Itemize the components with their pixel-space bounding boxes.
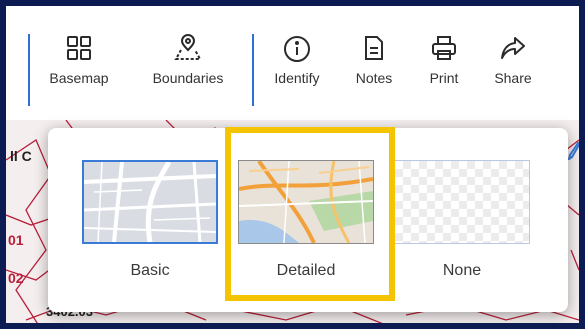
highlight-box — [225, 127, 395, 301]
toolbar: Basemap Boundaries Identify Notes Print … — [6, 6, 579, 120]
map-boundary-label: ll C — [10, 148, 32, 164]
basemap-option-none[interactable] — [394, 160, 530, 244]
notes-button[interactable]: Notes — [350, 34, 398, 106]
note-icon — [350, 34, 398, 62]
share-arrow-icon — [488, 34, 538, 62]
info-icon — [264, 34, 330, 64]
basemap-option-none-label: None — [442, 262, 482, 279]
map-boundary-label: 02 — [8, 270, 24, 286]
basic-map-thumbnail — [84, 162, 216, 242]
basemap-option-basic[interactable] — [82, 160, 218, 244]
toolbar-separator — [28, 34, 30, 106]
share-button[interactable]: Share — [488, 34, 538, 106]
boundaries-button[interactable]: Boundaries — [140, 34, 236, 106]
printer-icon — [422, 34, 466, 62]
app-frame: ll C 01 02 3402.03 Basemap — [0, 0, 585, 329]
print-label: Print — [429, 70, 459, 86]
edit-pencil-icon[interactable] — [567, 141, 579, 165]
boundaries-label: Boundaries — [152, 70, 224, 86]
share-label: Share — [494, 70, 532, 86]
map-pin-icon — [140, 34, 236, 62]
basemap-option-basic-label: Basic — [130, 262, 170, 279]
notes-label: Notes — [355, 70, 393, 86]
basemap-label: Basemap — [49, 70, 109, 86]
map-boundary-label: 01 — [8, 232, 24, 248]
grid-icon — [42, 34, 116, 62]
basemap-button[interactable]: Basemap — [42, 34, 116, 106]
identify-button[interactable]: Identify — [264, 34, 330, 106]
print-button[interactable]: Print — [422, 34, 466, 106]
toolbar-separator — [252, 34, 254, 106]
identify-label: Identify — [274, 70, 320, 86]
